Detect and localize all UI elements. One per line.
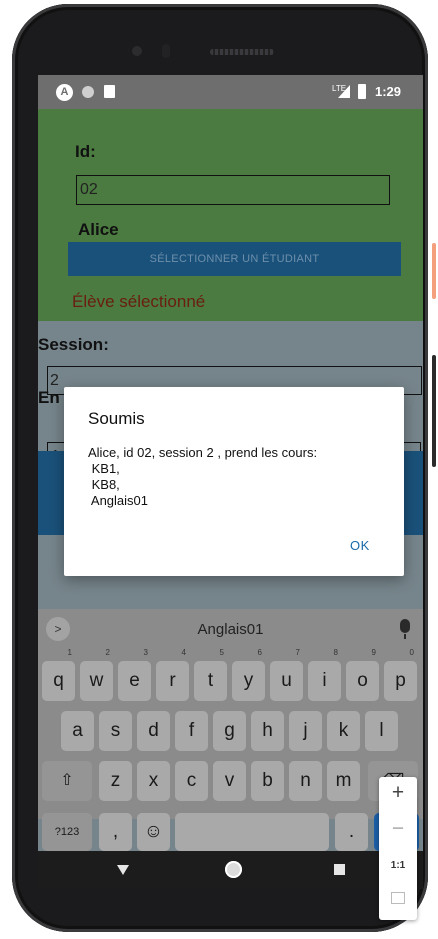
device-screen: A LTE 1:29 Id: 02 Alice SÉLECTIONNER UN … [38, 75, 423, 889]
key-h[interactable]: h [251, 711, 284, 751]
soft-keyboard: > Anglais01 q1 w2 e3 r4 t5 y6 u7 i8 o9 p… [38, 609, 423, 819]
key-d[interactable]: d [137, 711, 170, 751]
key-i[interactable]: i8 [308, 649, 341, 701]
period-key[interactable]: . [335, 813, 368, 851]
key-q[interactable]: q1 [42, 649, 75, 701]
zoom-controls: + − 1:1 [379, 777, 417, 920]
key-b[interactable]: b [251, 761, 284, 801]
select-student-button[interactable]: SÉLECTIONNER UN ÉTUDIANT [68, 242, 401, 276]
key-w[interactable]: w2 [80, 649, 113, 701]
submitted-dialog: Soumis Alice, id 02, session 2 , prend l… [64, 387, 404, 576]
app-notification-icon: A [56, 84, 73, 101]
key-k[interactable]: k [327, 711, 360, 751]
key-r[interactable]: r4 [156, 649, 189, 701]
symbols-key[interactable]: ?123 [42, 813, 92, 851]
key-x[interactable]: x [137, 761, 170, 801]
key-c[interactable]: c [175, 761, 208, 801]
emoji-key[interactable]: ☺ [137, 813, 170, 851]
battery-icon [358, 84, 366, 99]
session-label: Session: [38, 335, 109, 354]
side-power-button[interactable] [432, 355, 436, 467]
id-input[interactable]: 02 [76, 175, 390, 205]
student-panel [38, 109, 423, 321]
selected-student-text: Élève sélectionné [72, 292, 206, 311]
key-t[interactable]: t5 [194, 649, 227, 701]
earpiece-speaker [210, 49, 274, 55]
zoom-in-button[interactable]: + [379, 781, 417, 805]
circle-notification-icon [82, 86, 94, 98]
key-e[interactable]: e3 [118, 649, 151, 701]
courses-label: En [38, 388, 60, 407]
status-time: 1:29 [375, 84, 402, 99]
back-icon[interactable] [117, 865, 129, 875]
key-u[interactable]: u7 [270, 649, 303, 701]
key-j[interactable]: j [289, 711, 322, 751]
space-key[interactable] [175, 813, 329, 851]
dialog-title: Soumis [88, 409, 145, 428]
key-v[interactable]: v [213, 761, 246, 801]
phone-frame: A LTE 1:29 Id: 02 Alice SÉLECTIONNER UN … [12, 4, 428, 932]
front-camera [128, 42, 146, 60]
key-s[interactable]: s [99, 711, 132, 751]
key-f[interactable]: f [175, 711, 208, 751]
key-y[interactable]: y6 [232, 649, 265, 701]
key-l[interactable]: l [365, 711, 398, 751]
id-label: Id: [75, 142, 96, 161]
zoom-actual-size-button[interactable]: 1:1 [379, 860, 417, 871]
microphone-icon[interactable] [400, 619, 410, 633]
dialog-ok-button[interactable]: OK [350, 538, 370, 553]
sd-card-icon [104, 85, 115, 98]
key-z[interactable]: z [99, 761, 132, 801]
key-n[interactable]: n [289, 761, 322, 801]
shift-key[interactable]: ⇧ [42, 761, 92, 801]
navigation-bar [38, 851, 423, 889]
key-a[interactable]: a [61, 711, 94, 751]
zoom-out-button[interactable]: − [379, 817, 417, 841]
proximity-sensor [162, 44, 170, 58]
key-p[interactable]: p0 [384, 649, 417, 701]
home-icon[interactable] [225, 861, 242, 878]
side-volume-button[interactable] [432, 243, 436, 299]
signal-icon [338, 85, 350, 98]
microphone-stand [404, 634, 406, 639]
student-name: Alice [78, 220, 119, 239]
fit-screen-icon[interactable] [391, 892, 405, 904]
dialog-message: Alice, id 02, session 2 , prend les cour… [88, 445, 318, 508]
keyboard-suggestion[interactable]: Anglais01 [38, 621, 423, 638]
key-o[interactable]: o9 [346, 649, 379, 701]
key-g[interactable]: g [213, 711, 246, 751]
recents-icon[interactable] [334, 864, 345, 875]
key-m[interactable]: m [327, 761, 360, 801]
status-bar: A LTE 1:29 [38, 75, 423, 109]
comma-key[interactable]: , [99, 813, 132, 851]
